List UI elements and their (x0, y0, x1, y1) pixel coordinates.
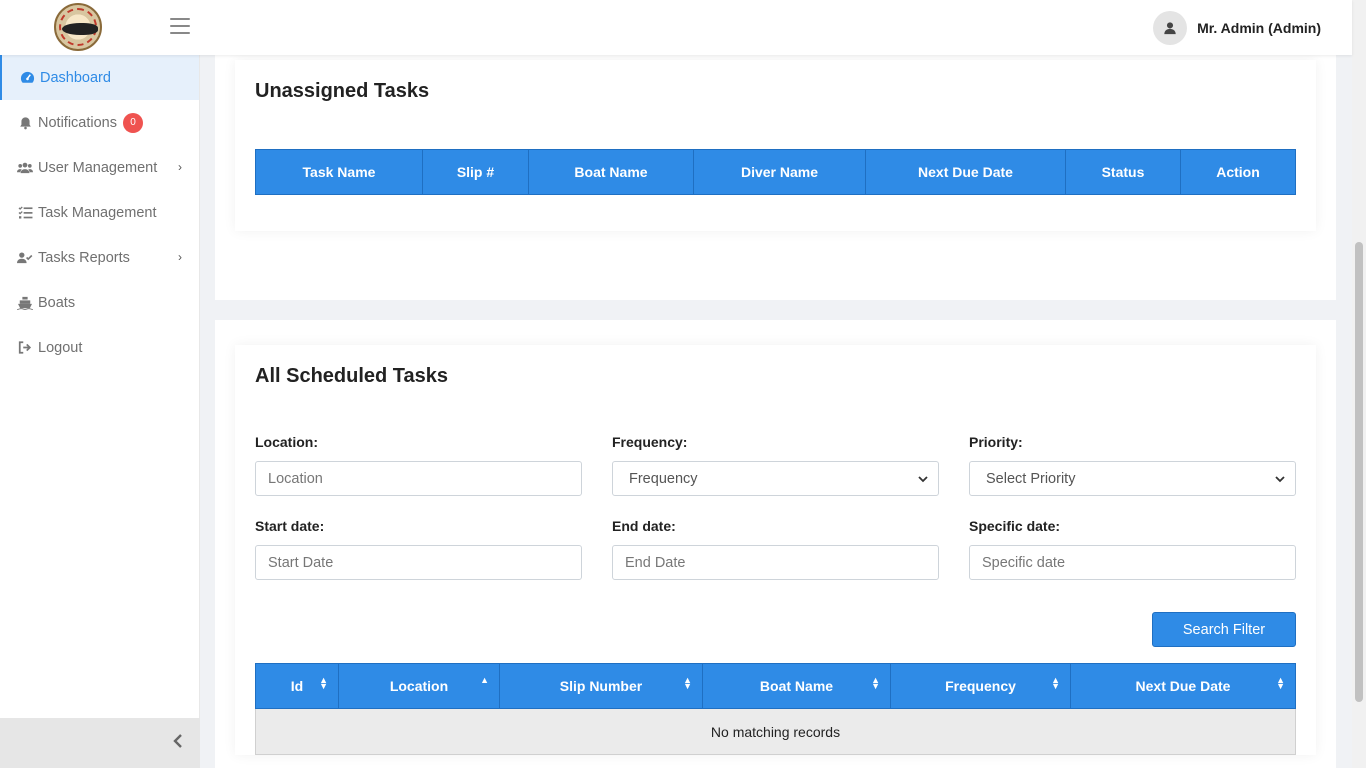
chevron-right-icon: › (178, 160, 182, 174)
column-header-id[interactable]: Id ▲ ▼ (255, 663, 339, 709)
sidebar-item-label: Logout (38, 339, 83, 356)
search-filter-button[interactable]: Search Filter (1152, 612, 1296, 647)
sidebar-item-label: Task Management (38, 204, 157, 221)
column-header-slip-number[interactable]: Slip Number ▲ ▼ (499, 663, 703, 709)
column-header[interactable]: Slip # (422, 149, 529, 195)
sort-icon: ▲ ▼ (1051, 675, 1060, 691)
specific-date-label: Specific date: (969, 518, 1061, 534)
sort-icon: ▲ ▼ (319, 675, 328, 691)
main-content: Unassigned Tasks Task Name Slip # Boat N… (215, 55, 1336, 768)
scrollbar-thumb[interactable] (1355, 242, 1363, 702)
location-label: Location: (255, 434, 318, 450)
sort-icon: ▲ ▼ (1276, 675, 1285, 691)
sort-icon: ▲ ▼ (871, 675, 880, 691)
start-date-filter: Start date: (255, 518, 582, 580)
table-header-row: Id ▲▼ Location ▲ Slip Number ▲▼ Boat N (255, 663, 1296, 709)
sidebar-item-task-management[interactable]: Task Management (0, 190, 199, 235)
end-date-filter: End date: (612, 518, 939, 580)
sidebar-item-user-management[interactable]: User Management › (0, 145, 199, 190)
end-date-input[interactable] (612, 545, 939, 580)
table-row: No matching records (255, 708, 1296, 755)
column-header-label: Next Due Date (1135, 678, 1231, 694)
location-input[interactable] (255, 461, 582, 496)
users-icon (17, 160, 33, 176)
column-header-label: Frequency (945, 678, 1016, 694)
sidebar-footer (0, 718, 200, 768)
chevron-down-icon (918, 471, 928, 487)
sign-out-icon (17, 340, 33, 356)
column-header-next-due-date[interactable]: Next Due Date ▲ ▼ (1070, 663, 1296, 709)
priority-label: Priority: (969, 434, 1023, 450)
scheduled-tasks-table: Id ▲▼ Location ▲ Slip Number ▲▼ Boat N (255, 663, 1296, 755)
sidebar: Dashboard Notifications 0 User Managemen… (0, 55, 200, 768)
user-check-icon (17, 250, 33, 266)
specific-date-filter: Specific date: (969, 518, 1296, 580)
sort-icon: ▲ ▼ (683, 675, 692, 691)
priority-filter: Priority: Select Priority (969, 434, 1296, 496)
sidebar-item-label: Tasks Reports (38, 249, 130, 266)
filter-form: Location: Frequency: Frequency Priority:… (255, 434, 1296, 580)
user-menu[interactable]: Mr. Admin (Admin) (1153, 11, 1321, 45)
column-header-label: Id (290, 678, 304, 694)
filter-actions: Search Filter (255, 612, 1296, 647)
location-filter: Location: (255, 434, 582, 496)
unassigned-tasks-title: Unassigned Tasks (255, 80, 430, 102)
start-date-input[interactable] (255, 545, 582, 580)
specific-date-input[interactable] (969, 545, 1296, 580)
page-scrollbar[interactable] (1352, 0, 1366, 768)
column-header-boat-name[interactable]: Boat Name ▲ ▼ (702, 663, 891, 709)
frequency-filter: Frequency: Frequency (612, 434, 939, 496)
frequency-selected-value: Frequency (629, 470, 698, 487)
column-header-label: Location (389, 678, 449, 694)
sidebar-item-tasks-reports[interactable]: Tasks Reports › (0, 235, 199, 280)
sort-asc-icon: ▲ (480, 675, 489, 685)
priority-selected-value: Select Priority (986, 470, 1076, 487)
unassigned-tasks-table: Task Name Slip # Boat Name Diver Name Ne… (255, 149, 1296, 195)
table-header-row: Task Name Slip # Boat Name Diver Name Ne… (255, 149, 1296, 195)
scheduled-tasks-title: All Scheduled Tasks (255, 365, 449, 387)
column-header[interactable]: Next Due Date (865, 149, 1066, 195)
sidebar-item-label: Dashboard (40, 69, 111, 86)
column-header[interactable]: Boat Name (528, 149, 694, 195)
top-bar: Mr. Admin (Admin) (0, 0, 1352, 55)
logo-diver-graphic (62, 23, 98, 35)
sidebar-item-boats[interactable]: Boats (0, 280, 199, 325)
sidebar-item-dashboard[interactable]: Dashboard (0, 55, 199, 100)
sidebar-collapse-icon[interactable] (172, 732, 184, 755)
empty-table-message: No matching records (255, 708, 1296, 755)
sidebar-item-notifications[interactable]: Notifications 0 (0, 100, 199, 145)
menu-toggle-icon[interactable] (170, 18, 190, 36)
column-header-location[interactable]: Location ▲ (338, 663, 500, 709)
priority-select[interactable]: Select Priority (969, 461, 1296, 496)
scheduled-tasks-card: All Scheduled Tasks Location: Frequency:… (235, 345, 1316, 755)
scheduled-tasks-section: All Scheduled Tasks Location: Frequency:… (215, 320, 1336, 768)
bell-icon (17, 115, 33, 131)
unassigned-tasks-section: Unassigned Tasks Task Name Slip # Boat N… (215, 55, 1336, 300)
ship-icon (17, 295, 33, 311)
start-date-label: Start date: (255, 518, 325, 534)
brand-logo[interactable] (54, 3, 102, 51)
sidebar-item-logout[interactable]: Logout (0, 325, 199, 370)
column-header[interactable]: Diver Name (693, 149, 866, 195)
user-name: Mr. Admin (Admin) (1197, 20, 1321, 36)
end-date-label: End date: (612, 518, 676, 534)
chevron-right-icon: › (178, 250, 182, 264)
tachometer-icon (19, 70, 35, 86)
sidebar-item-label: Notifications (38, 114, 117, 131)
unassigned-tasks-card: Unassigned Tasks Task Name Slip # Boat N… (235, 60, 1316, 231)
column-header-label: Boat Name (759, 678, 834, 694)
notification-count-badge: 0 (122, 112, 143, 133)
sidebar-item-label: Boats (38, 294, 76, 311)
user-avatar-icon (1153, 11, 1188, 45)
sidebar-item-label: User Management (38, 159, 158, 176)
column-header[interactable]: Action (1180, 149, 1296, 195)
column-header[interactable]: Status (1065, 149, 1181, 195)
chevron-down-icon (1275, 471, 1285, 487)
frequency-label: Frequency: (612, 434, 688, 450)
column-header-label: Slip Number (559, 678, 643, 694)
frequency-select[interactable]: Frequency (612, 461, 939, 496)
task-list-icon (17, 205, 33, 221)
column-header-frequency[interactable]: Frequency ▲ ▼ (890, 663, 1071, 709)
column-header[interactable]: Task Name (255, 149, 423, 195)
